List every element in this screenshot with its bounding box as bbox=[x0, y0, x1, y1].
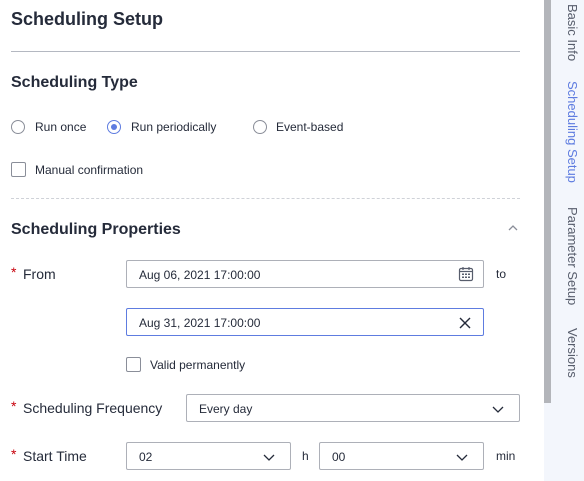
scrollbar-thumb[interactable] bbox=[544, 0, 551, 403]
scheduling-frequency-select[interactable]: Every day bbox=[186, 394, 520, 422]
required-mark: * bbox=[11, 446, 17, 462]
radio-run-once-label[interactable]: Run once bbox=[35, 120, 86, 134]
title-divider bbox=[11, 51, 520, 52]
radio-run-periodically-label[interactable]: Run periodically bbox=[131, 120, 216, 134]
tab-versions[interactable]: Versions bbox=[560, 328, 580, 378]
scheduling-frequency-value: Every day bbox=[199, 402, 253, 416]
minute-unit-label: min bbox=[496, 449, 516, 463]
start-hour-value: 02 bbox=[139, 450, 153, 464]
chevron-down-icon[interactable] bbox=[262, 450, 276, 464]
scheduling-properties-title: Scheduling Properties bbox=[11, 221, 181, 238]
radio-run-periodically[interactable] bbox=[107, 120, 121, 134]
tab-scheduling-setup[interactable]: Scheduling Setup bbox=[560, 81, 580, 183]
start-date-value: Aug 06, 2021 17:00:00 bbox=[139, 268, 261, 282]
radio-run-once[interactable] bbox=[11, 120, 25, 134]
manual-confirmation-label[interactable]: Manual confirmation bbox=[35, 163, 143, 177]
manual-confirmation-checkbox[interactable] bbox=[11, 162, 26, 177]
page-title: Scheduling Setup bbox=[11, 9, 164, 29]
scheduling-type-title: Scheduling Type bbox=[11, 74, 138, 91]
valid-permanently-label[interactable]: Valid permanently bbox=[150, 358, 245, 372]
required-mark: * bbox=[11, 398, 17, 414]
close-icon[interactable] bbox=[459, 316, 471, 329]
start-minute-value: 00 bbox=[332, 450, 346, 464]
radio-event-based[interactable] bbox=[253, 120, 267, 134]
required-mark: * bbox=[11, 264, 17, 280]
end-date-input[interactable]: Aug 31, 2021 17:00:00 bbox=[126, 308, 484, 336]
start-minute-select[interactable]: 00 bbox=[319, 442, 484, 470]
to-label: to bbox=[496, 267, 507, 281]
end-date-value: Aug 31, 2021 17:00:00 bbox=[139, 316, 261, 330]
from-label: From bbox=[23, 266, 56, 282]
start-time-label: Start Time bbox=[23, 448, 87, 464]
hour-unit-label: h bbox=[302, 449, 309, 463]
chevron-down-icon[interactable] bbox=[455, 450, 469, 464]
valid-permanently-checkbox[interactable] bbox=[126, 357, 141, 372]
chevron-down-icon[interactable] bbox=[491, 402, 505, 416]
start-date-input[interactable]: Aug 06, 2021 17:00:00 bbox=[126, 260, 484, 288]
calendar-icon[interactable] bbox=[458, 266, 474, 282]
start-hour-select[interactable]: 02 bbox=[126, 442, 291, 470]
tab-parameter-setup[interactable]: Parameter Setup bbox=[560, 207, 580, 305]
section-divider bbox=[11, 198, 520, 199]
chevron-up-icon[interactable] bbox=[506, 221, 520, 235]
tab-basic-info[interactable]: Basic Info bbox=[560, 4, 580, 61]
scheduling-frequency-label: Scheduling Frequency bbox=[23, 400, 163, 416]
radio-event-based-label[interactable]: Event-based bbox=[276, 120, 343, 134]
